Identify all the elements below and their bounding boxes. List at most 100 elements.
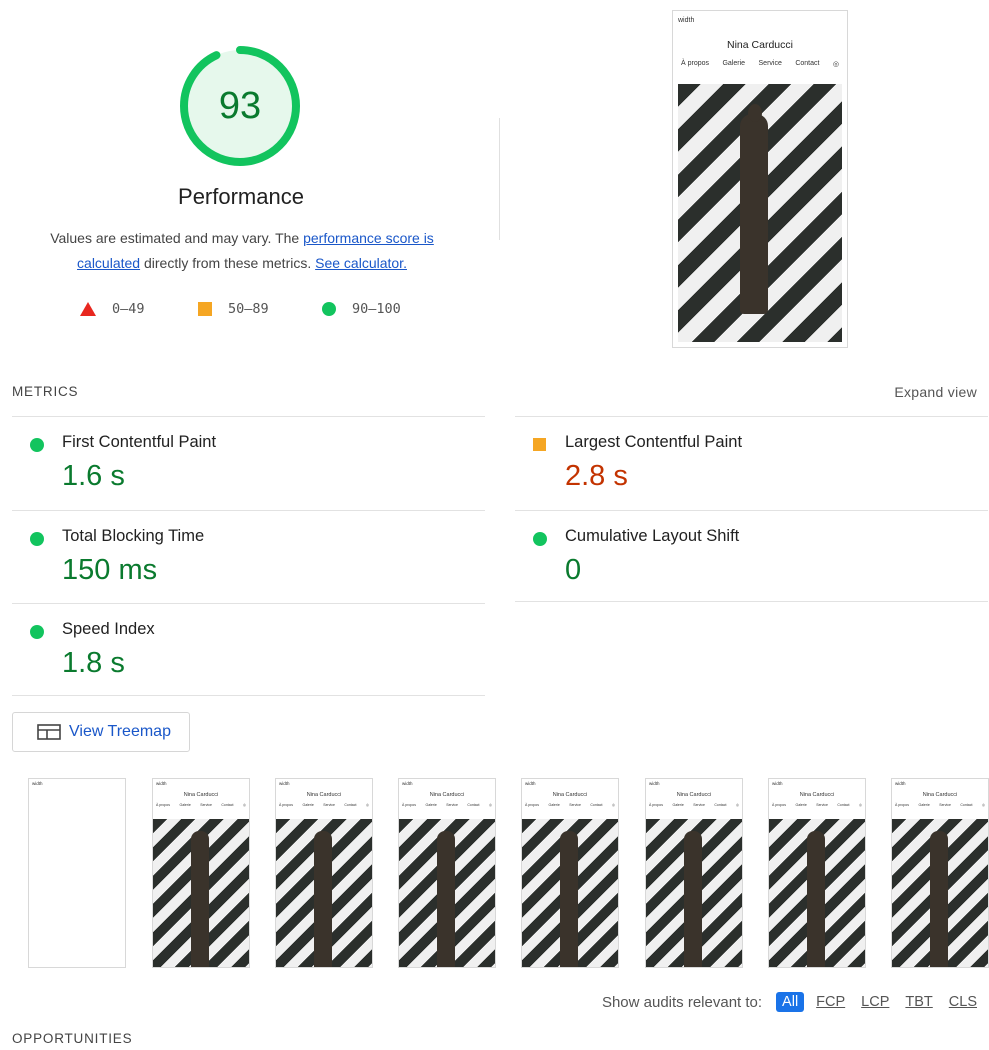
average-square-icon	[533, 438, 546, 451]
frame-site-name: Nina Carducci	[429, 792, 465, 798]
metric-value: 0	[565, 554, 582, 586]
frame-nav: À propos Galerie Service Contact ◎	[156, 803, 246, 807]
treemap-icon	[37, 724, 61, 740]
filter-chip-fcp[interactable]: FCP	[812, 992, 849, 1012]
circle-icon	[322, 302, 336, 316]
frame-nav-item: Contact	[714, 803, 727, 807]
frame-nav-item: Galerie	[548, 803, 560, 807]
frame-nav-item: À propos	[156, 803, 171, 807]
frame-hero-image	[522, 819, 618, 967]
legend-average-label: 50–89	[228, 301, 269, 317]
person-head	[748, 104, 762, 122]
metric-divider	[12, 603, 485, 604]
expand-view-toggle[interactable]: Expand view	[894, 384, 977, 400]
metric-label: First Contentful Paint	[62, 433, 217, 451]
filmstrip-frame[interactable]: width Nina Carducci À propos Galerie Service…	[521, 778, 619, 968]
person-figure	[191, 831, 209, 967]
filmstrip-frame[interactable]: width Nina Carducci À propos Galerie Service…	[768, 778, 866, 968]
legend-pass-label: 90–100	[352, 301, 401, 317]
triangle-icon	[80, 302, 96, 316]
frame-tiny-text: width	[32, 781, 43, 786]
frame-nav: À propos Galerie Service Contact ◎	[402, 803, 492, 807]
description-text-2: directly from these metrics.	[140, 255, 316, 271]
person-figure	[807, 831, 825, 967]
instagram-icon: ◎	[488, 803, 492, 807]
frame-site-name: Nina Carducci	[676, 792, 712, 798]
frame-site-name: Nina Carducci	[552, 792, 588, 798]
frame-nav-item: Galerie	[672, 803, 684, 807]
filmstrip-frame-blank[interactable]: width	[28, 778, 126, 968]
metric-label: Speed Index	[62, 620, 155, 638]
frame-nav-item: Galerie	[918, 803, 930, 807]
filter-chip-cls[interactable]: CLS	[945, 992, 981, 1012]
metric-label: Largest Contentful Paint	[565, 433, 743, 451]
frame-nav-item: Contact	[960, 803, 973, 807]
legend-fail: 0–49	[80, 298, 145, 320]
filter-chip-tbt[interactable]: TBT	[901, 992, 936, 1012]
instagram-icon: ◎	[832, 61, 839, 68]
person-figure	[560, 831, 578, 967]
instagram-icon: ◎	[735, 803, 739, 807]
metric-value: 1.6 s	[62, 460, 125, 492]
instagram-icon: ◎	[981, 803, 985, 807]
frame-nav-item: Service	[569, 803, 581, 807]
frame-tiny-text: width	[279, 781, 290, 786]
person-figure	[314, 831, 332, 967]
filter-chip-lcp[interactable]: LCP	[857, 992, 893, 1012]
see-calculator-link[interactable]: See calculator.	[315, 255, 407, 271]
frame-nav-item: À propos	[895, 803, 910, 807]
person-figure	[740, 114, 768, 314]
metric-tbt: Total Blocking Time 150 ms	[12, 512, 482, 604]
frame-tiny-text: width	[895, 781, 906, 786]
frame-nav-item: Contact	[837, 803, 850, 807]
metric-label: Cumulative Layout Shift	[565, 527, 740, 545]
frame-nav: À propos Galerie Service Contact ◎	[525, 803, 615, 807]
metric-value: 1.8 s	[62, 647, 125, 679]
frame-tiny-text: width	[772, 781, 783, 786]
hero-image	[678, 84, 842, 342]
frame-nav-item: Contact	[221, 803, 234, 807]
frame-nav-item: Contact	[467, 803, 480, 807]
metric-divider	[12, 510, 485, 511]
filmstrip-frame[interactable]: width Nina Carducci À propos Galerie Service…	[645, 778, 743, 968]
square-icon	[198, 302, 212, 316]
view-treemap-button[interactable]: View Treemap	[12, 712, 190, 752]
filmstrip-frame[interactable]: width Nina Carducci À propos Galerie Service…	[891, 778, 989, 968]
filmstrip-frame[interactable]: width Nina Carducci À propos Galerie Service…	[398, 778, 496, 968]
frame-nav-item: Service	[693, 803, 705, 807]
frame-nav-item: À propos	[772, 803, 787, 807]
audit-filter-label: Show audits relevant to:	[601, 993, 763, 1011]
metric-label: Total Blocking Time	[62, 527, 205, 545]
screenshot-nav-item: À propos	[681, 60, 710, 67]
performance-gauge: 93	[176, 42, 304, 170]
frame-site-name: Nina Carducci	[922, 792, 958, 798]
metric-value: 150 ms	[62, 554, 158, 586]
person-figure	[930, 831, 948, 967]
section-divider	[499, 118, 500, 240]
filter-chip-all[interactable]: All	[776, 992, 805, 1012]
legend-pass: 90–100	[322, 298, 401, 320]
opportunities-header: OPPORTUNITIES	[12, 1031, 133, 1046]
frame-nav-item: Galerie	[425, 803, 437, 807]
filmstrip-frame[interactable]: width Nina Carducci À propos Galerie Service…	[275, 778, 373, 968]
frame-nav: À propos Galerie Service Contact ◎	[895, 803, 985, 807]
metrics-header: METRICS	[12, 384, 79, 399]
instagram-icon: ◎	[611, 803, 615, 807]
legend-average: 50–89	[198, 298, 269, 320]
filmstrip-frame[interactable]: width Nina Carducci À propos Galerie Service…	[152, 778, 250, 968]
frame-hero-image	[399, 819, 495, 967]
instagram-icon: ◎	[858, 803, 862, 807]
frame-site-name: Nina Carducci	[799, 792, 835, 798]
metric-divider	[515, 416, 988, 417]
frame-site-name: Nina Carducci	[306, 792, 342, 798]
final-screenshot[interactable]: width Nina Carducci À propos Galerie Ser…	[672, 10, 848, 348]
frame-tiny-text: width	[525, 781, 536, 786]
frame-tiny-text: width	[402, 781, 413, 786]
audit-filter: Show audits relevant to: All FCP LCP TBT…	[602, 990, 981, 1014]
frame-nav: À propos Galerie Service Contact ◎	[772, 803, 862, 807]
frame-nav-item: Service	[816, 803, 828, 807]
screenshot-nav: À propos Galerie Service Contact ◎	[681, 60, 839, 68]
frame-nav-item: À propos	[525, 803, 540, 807]
metric-lcp: Largest Contentful Paint 2.8 s	[515, 418, 985, 510]
frame-nav-item: Contact	[590, 803, 603, 807]
